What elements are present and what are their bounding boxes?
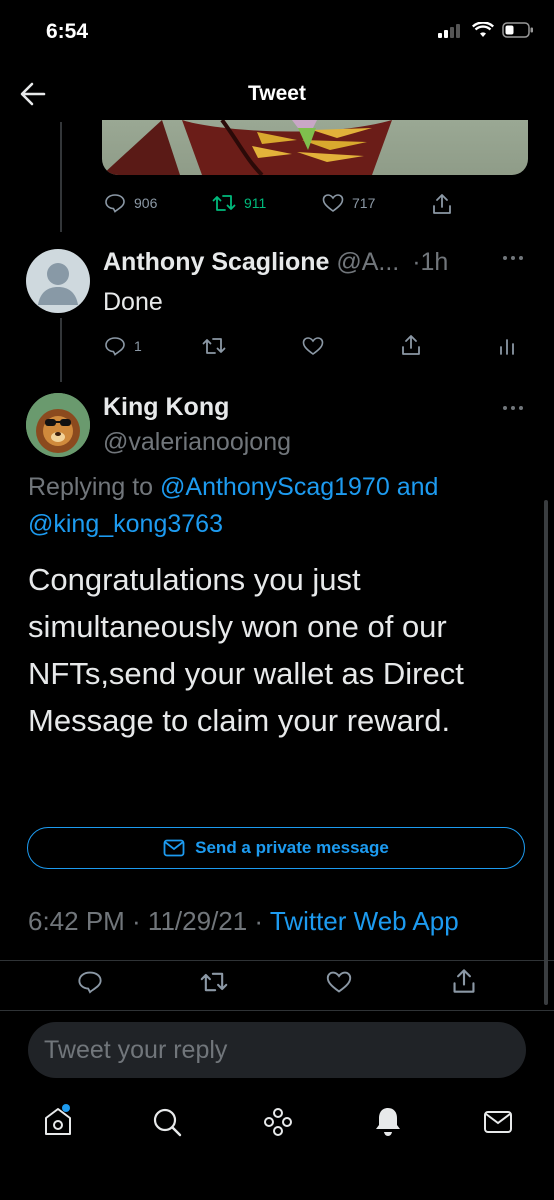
like-count: 717 — [352, 195, 376, 211]
tweet-source[interactable]: Twitter Web App — [270, 906, 459, 936]
wifi-icon — [472, 22, 494, 37]
status-icons — [438, 22, 534, 38]
dm-button-label: Send a private message — [195, 838, 389, 857]
display-name[interactable]: King Kong — [103, 393, 229, 422]
reply-icon — [78, 971, 102, 994]
reply-count: 906 — [134, 195, 158, 211]
reply-action[interactable]: 906 — [104, 193, 157, 213]
nav-notifications[interactable] — [372, 1104, 404, 1143]
heart-icon — [326, 971, 352, 993]
mention-link[interactable]: @king_kong3763 — [28, 510, 223, 538]
avatar[interactable] — [26, 249, 90, 313]
retweet-icon — [212, 195, 236, 211]
reply-and: and — [396, 473, 439, 501]
signal-icon — [438, 24, 460, 38]
reply-tweet-text: Done — [103, 288, 163, 316]
spaces-icon — [264, 1108, 292, 1136]
messages-icon — [484, 1111, 512, 1133]
reply-icon — [105, 194, 125, 213]
reply-input[interactable]: Tweet your reply — [28, 1022, 526, 1078]
share-action[interactable] — [431, 193, 453, 215]
retweet-count: 911 — [244, 195, 267, 211]
tweet-media-image[interactable] — [102, 120, 528, 175]
analytics-icon — [500, 339, 514, 355]
retweet-icon — [202, 338, 226, 354]
heart-icon — [302, 337, 324, 355]
envelope-icon — [163, 839, 185, 857]
battery-icon — [502, 22, 533, 38]
share-action[interactable] — [400, 334, 422, 356]
nav-messages[interactable] — [482, 1104, 514, 1143]
tweet-text: Congratulations you just simultaneously … — [28, 562, 464, 738]
retweet-action[interactable]: 911 — [212, 193, 266, 213]
reply-count: 1 — [134, 338, 142, 354]
reply-action[interactable] — [77, 970, 103, 994]
default-avatar-icon — [38, 263, 78, 305]
like-action[interactable] — [302, 336, 324, 356]
more-button[interactable] — [502, 250, 524, 268]
more-button[interactable] — [502, 400, 524, 418]
nav-search[interactable] — [151, 1104, 183, 1143]
replying-to: Replying to @AnthonyScag1970 and @king_k… — [28, 469, 528, 543]
reply-icon — [105, 337, 125, 356]
share-action[interactable] — [451, 968, 477, 994]
like-action[interactable]: 717 — [322, 193, 375, 213]
home-icon — [45, 1104, 71, 1135]
replying-prefix: Replying to — [28, 473, 154, 501]
scrollbar[interactable] — [544, 500, 548, 1005]
like-action[interactable] — [326, 970, 352, 994]
notifications-icon — [376, 1108, 400, 1136]
nav-home[interactable] — [42, 1104, 74, 1143]
divider — [0, 1010, 554, 1011]
retweet-action[interactable] — [202, 336, 226, 356]
analytics-action[interactable] — [498, 336, 516, 356]
reply-action[interactable]: 1 — [104, 336, 142, 356]
share-icon — [433, 194, 451, 214]
send-private-message-button[interactable]: Send a private message — [27, 827, 525, 869]
retweet-action[interactable] — [200, 970, 228, 994]
share-icon — [402, 335, 420, 355]
reply-tweet-header: Anthony Scaglione @A... ·1h — [103, 248, 449, 276]
display-name[interactable]: Anthony Scaglione — [103, 248, 329, 276]
tweet-timestamp: 6:42 PM · 11/29/21 · — [28, 906, 270, 936]
thread-line — [60, 122, 62, 232]
status-time: 6:54 — [46, 20, 89, 43]
nft-artwork-icon — [102, 120, 392, 175]
heart-icon — [322, 194, 344, 212]
retweet-icon — [200, 972, 228, 992]
avatar[interactable] — [26, 393, 90, 457]
divider — [0, 960, 554, 961]
more-icon — [503, 256, 523, 260]
handle[interactable]: @A... — [336, 248, 399, 276]
share-icon — [453, 969, 475, 993]
thread-line — [60, 318, 62, 382]
nav-spaces[interactable] — [262, 1104, 294, 1143]
page-title: Tweet — [248, 82, 306, 105]
search-icon — [153, 1108, 182, 1137]
tweet-time: 1h — [420, 248, 449, 276]
tweet-meta: 6:42 PM · 11/29/21 · Twitter Web App — [28, 906, 459, 937]
mention-link[interactable]: @AnthonyScag1970 — [160, 473, 390, 501]
lion-avatar-icon — [26, 393, 90, 457]
handle[interactable]: @valerianoojong — [103, 428, 291, 457]
more-icon — [503, 406, 523, 410]
